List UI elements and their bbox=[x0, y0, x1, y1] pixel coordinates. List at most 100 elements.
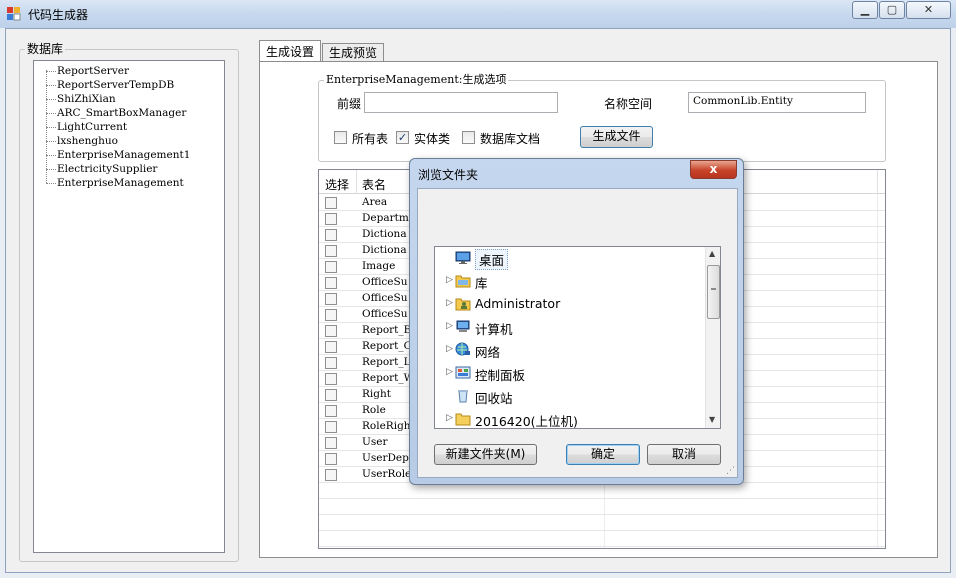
row-select-checkbox[interactable] bbox=[325, 197, 337, 209]
row-select-checkbox[interactable] bbox=[325, 309, 337, 321]
database-tree-item[interactable]: lxshenghuo bbox=[46, 135, 118, 149]
app-icon bbox=[7, 7, 21, 21]
ok-button[interactable]: 确定 bbox=[566, 444, 640, 465]
expand-arrow-icon[interactable]: ▷ bbox=[446, 413, 453, 423]
window-title: 代码生成器 bbox=[28, 8, 89, 22]
close-icon: ✕ bbox=[923, 3, 934, 16]
row-select-checkbox[interactable] bbox=[325, 357, 337, 369]
expand-arrow-icon[interactable]: ▷ bbox=[446, 321, 453, 331]
row-select-checkbox[interactable] bbox=[325, 373, 337, 385]
database-name: ReportServer bbox=[57, 65, 129, 77]
table-name: RoleRigh bbox=[362, 420, 411, 432]
scroll-down-arrow-icon[interactable]: ▼ bbox=[709, 415, 715, 424]
row-select-checkbox[interactable] bbox=[325, 421, 337, 433]
folder-item[interactable]: 回收站 bbox=[435, 385, 705, 407]
database-group-label: 数据库 bbox=[25, 40, 66, 57]
folder-tree[interactable]: 桌面 ▷ 库 ▷ Administrator ▷ 计算机 ▷ 网络 ▷ 控制面板 回收站 ▷ 201642… bbox=[434, 246, 721, 429]
title-bar: 代码生成器 ▁ ▢ ✕ bbox=[0, 0, 956, 28]
column-divider bbox=[356, 170, 357, 194]
row-select-checkbox[interactable] bbox=[325, 341, 337, 353]
generate-file-button[interactable]: 生成文件 bbox=[580, 126, 653, 148]
database-tree-item[interactable]: ShiZhiXian bbox=[46, 93, 116, 107]
maximize-button[interactable]: ▢ bbox=[879, 1, 905, 19]
tree-connector bbox=[46, 140, 56, 142]
network-icon bbox=[455, 342, 471, 357]
expand-arrow-icon[interactable]: ▷ bbox=[446, 344, 453, 354]
row-select-checkbox[interactable] bbox=[325, 261, 337, 273]
row-select-checkbox[interactable] bbox=[325, 405, 337, 417]
database-tree-item[interactable]: EnterpriseManagement1 bbox=[46, 149, 190, 163]
db-doc-label: 数据库文档 bbox=[480, 132, 541, 146]
row-select-checkbox[interactable] bbox=[325, 293, 337, 305]
close-icon: x bbox=[709, 162, 718, 176]
new-folder-button[interactable]: 新建文件夹(M) bbox=[434, 444, 537, 465]
folder-item[interactable]: ▷ Administrator bbox=[435, 293, 705, 315]
folder-item[interactable]: ▷ 2016420(上位机) bbox=[435, 408, 705, 429]
database-name: LightCurrent bbox=[57, 121, 128, 133]
dialog-title: 浏览文件夹 bbox=[418, 168, 479, 182]
folder-item[interactable]: ▷ 网络 bbox=[435, 339, 705, 361]
tab-label: 生成设置 bbox=[266, 45, 315, 59]
tree-connector bbox=[46, 70, 56, 72]
prefix-input[interactable] bbox=[364, 92, 558, 113]
tree-connector bbox=[46, 182, 56, 184]
tree-connector bbox=[46, 126, 56, 128]
database-tree-item[interactable]: ElectricitySupplier bbox=[46, 163, 157, 177]
all-tables-checkbox[interactable] bbox=[334, 131, 347, 144]
table-name: User bbox=[362, 436, 388, 448]
table-name: Dictiona bbox=[362, 228, 407, 240]
folder-item[interactable]: ▷ 库 bbox=[435, 270, 705, 292]
tree-connector bbox=[46, 112, 56, 114]
folder-item[interactable]: ▷ 控制面板 bbox=[435, 362, 705, 384]
folder-label: 桌面 bbox=[475, 249, 509, 270]
window-close-button[interactable]: ✕ bbox=[906, 1, 951, 19]
database-tree-item[interactable]: EnterpriseManagement bbox=[46, 177, 184, 191]
expand-arrow-icon[interactable]: ▷ bbox=[446, 367, 453, 377]
row-select-checkbox[interactable] bbox=[325, 437, 337, 449]
column-header-table[interactable]: 表名 bbox=[362, 176, 386, 193]
table-name: Role bbox=[362, 404, 386, 416]
row-select-checkbox[interactable] bbox=[325, 213, 337, 225]
expand-arrow-icon[interactable]: ▷ bbox=[446, 275, 453, 285]
cancel-button[interactable]: 取消 bbox=[647, 444, 721, 465]
tree-connector bbox=[46, 168, 56, 170]
scroll-up-arrow-icon[interactable]: ▲ bbox=[709, 249, 715, 258]
row-select-checkbox[interactable] bbox=[325, 245, 337, 257]
row-select-checkbox[interactable] bbox=[325, 277, 337, 289]
entity-label: 实体类 bbox=[414, 132, 451, 146]
folder-label: 控制面板 bbox=[475, 368, 526, 383]
column-header-select[interactable]: 选择 bbox=[325, 176, 349, 193]
entity-checkbox[interactable] bbox=[396, 131, 409, 144]
folder-label: 库 bbox=[475, 276, 488, 291]
expand-arrow-icon[interactable]: ▷ bbox=[446, 298, 453, 308]
folder-item[interactable]: ▷ 计算机 bbox=[435, 316, 705, 338]
namespace-input[interactable]: CommonLib.Entity bbox=[688, 92, 866, 113]
row-select-checkbox[interactable] bbox=[325, 389, 337, 401]
row-select-checkbox[interactable] bbox=[325, 453, 337, 465]
row-select-checkbox[interactable] bbox=[325, 229, 337, 241]
dialog-close-button[interactable]: x bbox=[690, 160, 737, 179]
maximize-icon: ▢ bbox=[886, 3, 898, 16]
db-doc-checkbox[interactable] bbox=[462, 131, 475, 144]
browse-folder-dialog: 浏览文件夹 x 桌面 ▷ 库 ▷ Administrator ▷ 计算机 ▷ 网络 ▷ 控制面板 回收… bbox=[409, 158, 744, 485]
minimize-button[interactable]: ▁ bbox=[852, 1, 878, 19]
tree-connector bbox=[46, 154, 56, 156]
database-tree-item[interactable]: ReportServerTempDB bbox=[46, 79, 174, 93]
resize-grip-icon[interactable]: ⋰ bbox=[726, 466, 735, 476]
folder-label: 2016420(上位机) bbox=[475, 414, 578, 429]
row-select-checkbox[interactable] bbox=[325, 469, 337, 481]
folder-tree-scrollbar[interactable]: ▲ ▼ bbox=[705, 247, 720, 428]
folder-icon bbox=[455, 411, 471, 426]
database-tree[interactable]: ReportServer ReportServerTempDB ShiZhiXian… bbox=[33, 60, 225, 553]
folder-label: 回收站 bbox=[475, 391, 513, 406]
empty-row bbox=[319, 499, 885, 515]
table-name: OfficeSu bbox=[362, 292, 408, 304]
scroll-thumb[interactable] bbox=[707, 265, 720, 319]
database-tree-item[interactable]: ARC_SmartBoxManager bbox=[46, 107, 186, 121]
tab-generate-preview[interactable]: 生成预览 bbox=[322, 43, 385, 62]
table-name: Report_W bbox=[362, 372, 415, 384]
folder-item[interactable]: 桌面 bbox=[435, 247, 705, 270]
database-tree-item[interactable]: ReportServer bbox=[46, 65, 129, 79]
database-tree-item[interactable]: LightCurrent bbox=[46, 121, 127, 135]
row-select-checkbox[interactable] bbox=[325, 325, 337, 337]
